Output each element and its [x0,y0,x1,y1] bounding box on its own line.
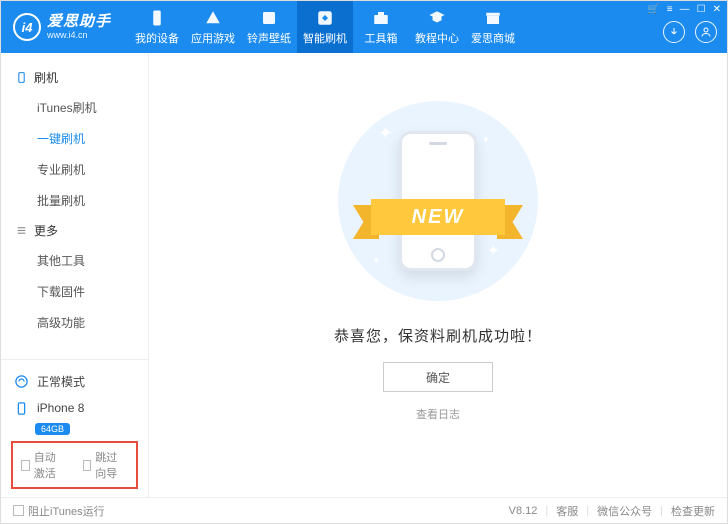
block-itunes-checkbox[interactable]: 阻止iTunes运行 [13,503,105,519]
sidebar: 刷机 iTunes刷机 一键刷机 专业刷机 批量刷机 更多 其他工具 下载固件 … [1,53,149,497]
nav-label: 应用游戏 [191,30,235,46]
top-nav: 我的设备 应用游戏 铃声壁纸 智能刷机 工具箱 教程中心 [129,1,521,53]
nav-label: 教程中心 [415,30,459,46]
window-controls: 🛒 ≡ — ☐ ✕ [647,4,721,15]
sidebar-item-onekey-flash[interactable]: 一键刷机 [1,123,148,154]
user-button[interactable] [695,21,717,43]
separator: | [586,505,589,517]
sidebar-item-batch-flash[interactable]: 批量刷机 [1,185,148,216]
maximize-button[interactable]: ☐ [697,4,706,15]
status-bar: 阻止iTunes运行 V8.12 | 客服 | 微信公众号 | 检查更新 [1,497,727,523]
main-content: ✦ ✦ ✦ ✦ NEW 恭喜您，保资料刷机成功啦！ 确定 查看日志 [149,53,727,497]
sidebar-item-other-tools[interactable]: 其他工具 [1,245,148,276]
logo-icon: i4 [13,13,41,41]
device-name: iPhone 8 [37,401,84,415]
sidebar-item-download-firmware[interactable]: 下载固件 [1,276,148,307]
minimize-button[interactable]: — [680,4,690,15]
nav-label: 爱思商城 [471,30,515,46]
separator: | [545,505,548,517]
nav-ringtone[interactable]: 铃声壁纸 [241,1,297,53]
header-right [663,21,717,43]
brand-title: 爱思助手 [47,14,111,29]
sidebar-item-advanced[interactable]: 高级功能 [1,307,148,338]
checkbox-label: 阻止iTunes运行 [28,503,105,519]
version-label: V8.12 [509,505,538,517]
sidebar-section-flash: 刷机 [1,63,148,92]
checkbox-label: 跳过向导 [95,449,128,481]
nav-label: 铃声壁纸 [247,30,291,46]
nav-my-device[interactable]: 我的设备 [129,1,185,53]
download-button[interactable] [663,21,685,43]
device-mode[interactable]: 正常模式 [11,368,138,395]
nav-toolbox[interactable]: 工具箱 [353,1,409,53]
storage-badge: 64GB [35,423,70,435]
nav-label: 我的设备 [135,30,179,46]
success-message: 恭喜您，保资料刷机成功啦！ [334,325,542,346]
new-ribbon: NEW [353,195,523,243]
store-icon [484,9,502,27]
check-update-link[interactable]: 检查更新 [671,503,715,519]
nav-label: 工具箱 [365,30,398,46]
view-log-link[interactable]: 查看日志 [416,406,460,422]
section-title: 刷机 [34,69,58,86]
ringtone-icon [260,9,278,27]
brand-logo: i4 爱思助手 www.i4.cn [13,13,129,41]
brand-url: www.i4.cn [47,31,111,40]
cart-icon[interactable]: 🛒 [647,4,659,15]
nav-apps[interactable]: 应用游戏 [185,1,241,53]
nav-label: 智能刷机 [303,30,347,46]
more-icon [15,224,28,237]
separator: | [660,505,663,517]
app-header: 🛒 ≡ — ☐ ✕ i4 爱思助手 www.i4.cn 我的设备 应用游戏 [1,1,727,53]
ribbon-text: NEW [371,199,505,235]
tutorial-icon [428,9,446,27]
sidebar-item-pro-flash[interactable]: 专业刷机 [1,154,148,185]
nav-smart-flash[interactable]: 智能刷机 [297,1,353,53]
mode-label: 正常模式 [37,373,85,390]
section-title: 更多 [34,222,58,239]
phone-icon [15,71,28,84]
apps-icon [204,9,222,27]
checkbox-label: 自动激活 [34,449,67,481]
nav-tutorial[interactable]: 教程中心 [409,1,465,53]
support-link[interactable]: 客服 [556,503,578,519]
flash-icon [316,9,334,27]
menu-icon[interactable]: ≡ [667,4,673,15]
skip-guide-checkbox[interactable]: 跳过向导 [83,449,129,481]
phone-icon [13,400,29,416]
sidebar-section-more: 更多 [1,216,148,245]
toolbox-icon [372,9,390,27]
ok-button[interactable]: 确定 [383,362,493,392]
mode-icon [13,374,29,390]
success-illustration: ✦ ✦ ✦ ✦ NEW [338,101,538,301]
device-info[interactable]: iPhone 8 [11,395,138,421]
close-button[interactable]: ✕ [713,4,721,15]
device-icon [148,9,166,27]
options-box: 自动激活 跳过向导 [11,441,138,489]
wechat-link[interactable]: 微信公众号 [597,503,652,519]
nav-store[interactable]: 爱思商城 [465,1,521,53]
auto-activate-checkbox[interactable]: 自动激活 [21,449,67,481]
sidebar-item-itunes-flash[interactable]: iTunes刷机 [1,92,148,123]
